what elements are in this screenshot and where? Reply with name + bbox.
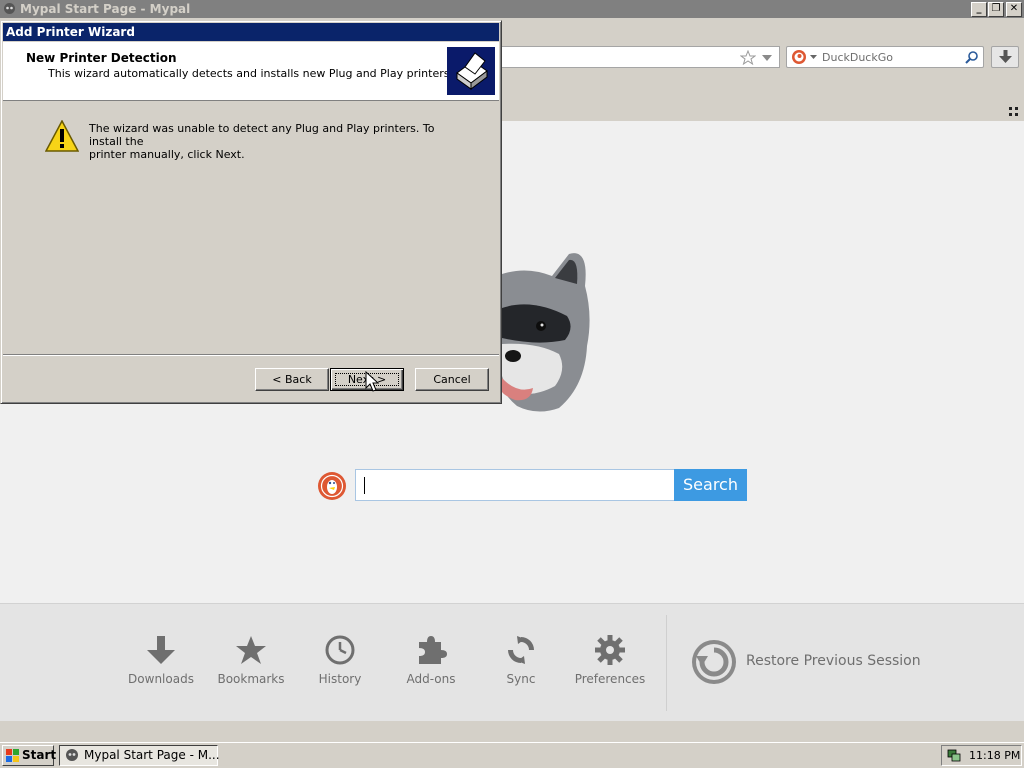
downloads-toolbar-button[interactable]: [991, 46, 1019, 68]
wizard-title-bar[interactable]: Add Printer Wizard: [3, 23, 499, 41]
clock-icon: [325, 635, 355, 665]
back-button[interactable]: < Back: [255, 368, 329, 391]
minimize-button[interactable]: _: [971, 2, 987, 17]
windows-logo-icon: [6, 749, 19, 762]
text-caret: [364, 477, 365, 494]
launcher-preferences[interactable]: Preferences: [565, 634, 655, 686]
launcher-label: Bookmarks: [217, 672, 285, 686]
launcher-label: Sync: [506, 672, 536, 686]
printer-icon: [447, 47, 495, 95]
search-box[interactable]: DuckDuckGo: [786, 46, 984, 68]
network-icon[interactable]: [947, 748, 961, 763]
warning-icon: [45, 120, 79, 152]
cancel-button[interactable]: Cancel: [415, 368, 489, 391]
wizard-separator: [3, 354, 499, 356]
add-printer-wizard-dialog: Add Printer Wizard New Printer Detection…: [0, 20, 502, 404]
restore-icon: [692, 640, 736, 684]
search-placeholder: DuckDuckGo: [822, 51, 893, 64]
mypal-icon: [66, 749, 78, 761]
wizard-title: Add Printer Wizard: [6, 25, 135, 39]
puzzle-icon: [419, 636, 447, 664]
launcher-label: Downloads: [128, 672, 194, 686]
launcher-history[interactable]: History: [295, 634, 385, 686]
restore-button[interactable]: ❐: [988, 2, 1004, 17]
duckduckgo-logo-icon: [318, 472, 346, 500]
launcher-divider: [666, 615, 667, 711]
star-icon: [236, 636, 266, 664]
duckduckgo-icon[interactable]: [791, 49, 807, 65]
search-icon[interactable]: [965, 50, 979, 64]
wizard-message-line1: The wizard was unable to detect any Plug…: [89, 122, 435, 148]
wizard-message-line2: printer manually, click Next.: [89, 148, 245, 161]
status-bar: [0, 721, 1024, 742]
wizard-subheading: This wizard automatically detects and in…: [48, 67, 453, 80]
start-page-search-input[interactable]: [355, 469, 675, 501]
start-page-search-button[interactable]: Search: [674, 469, 747, 501]
raccoon-mascot-image: [502, 253, 590, 412]
download-icon: [147, 636, 175, 664]
mypal-logo-icon: [4, 3, 15, 14]
start-label: Start: [22, 748, 57, 762]
taskbar-item-mypal[interactable]: Mypal Start Page - M...: [59, 745, 220, 766]
browser-window-title: Mypal Start Page - Mypal: [20, 2, 191, 16]
bookmark-star-icon[interactable]: [740, 50, 756, 65]
launcher-label: Add-ons: [406, 672, 456, 686]
download-arrow-icon: [999, 50, 1012, 63]
wizard-heading: New Printer Detection: [26, 51, 177, 65]
clock[interactable]: 11:18 PM: [969, 749, 1020, 762]
sync-icon: [508, 636, 534, 664]
wizard-header: New Printer Detection This wizard automa…: [3, 42, 499, 101]
gear-icon: [595, 635, 625, 665]
mouse-cursor-icon: [365, 371, 379, 392]
start-button[interactable]: Start: [2, 745, 57, 766]
engine-dropdown-icon[interactable]: [810, 55, 817, 59]
system-tray: 11:18 PM: [941, 745, 1022, 766]
restore-session-label: Restore Previous Session: [746, 653, 921, 669]
close-button[interactable]: ✕: [1006, 2, 1022, 17]
wizard-message: The wizard was unable to detect any Plug…: [89, 122, 469, 161]
launcher-addons[interactable]: Add-ons: [386, 634, 476, 686]
grid-icon[interactable]: [1009, 107, 1018, 116]
launcher-sync[interactable]: Sync: [476, 634, 566, 686]
launcher-downloads[interactable]: Downloads: [116, 634, 206, 686]
launcher-label: Preferences: [574, 672, 646, 686]
tab-strip: [500, 80, 1024, 120]
launcher-bookmarks[interactable]: Bookmarks: [206, 634, 296, 686]
url-bar[interactable]: [500, 46, 780, 68]
restore-session-button[interactable]: Restore Previous Session: [690, 638, 921, 686]
launcher-label: History: [318, 672, 362, 686]
chevron-down-icon[interactable]: [762, 55, 772, 61]
taskbar-item-label: Mypal Start Page - M...: [84, 748, 220, 762]
browser-title-bar: Mypal Start Page - Mypal _ ❐ ✕: [0, 0, 1024, 18]
